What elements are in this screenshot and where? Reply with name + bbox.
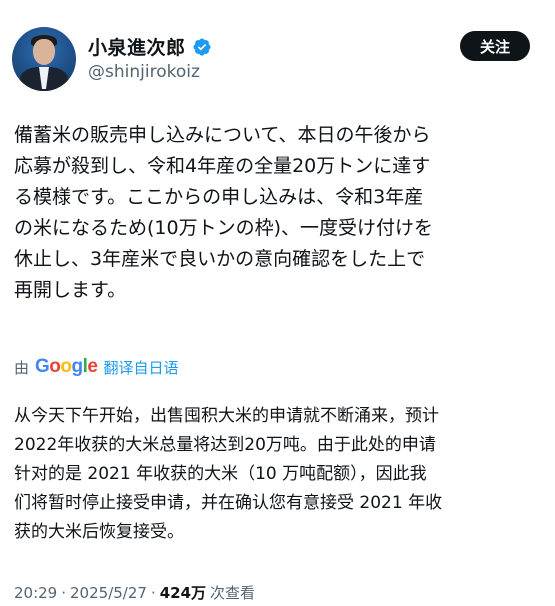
- views-count[interactable]: 424万: [160, 582, 206, 603]
- tweet-date[interactable]: 2025/5/27: [70, 584, 147, 602]
- google-logo: Google: [35, 356, 98, 378]
- author-handle[interactable]: @shinjirokoiz: [88, 62, 200, 82]
- tweet-header: 小泉進次郎 @shinjirokoiz 关注: [0, 0, 555, 110]
- tweet-time[interactable]: 20:29: [14, 584, 57, 602]
- author-display-name[interactable]: 小泉進次郎: [88, 33, 186, 60]
- google-logo-letter: g: [71, 356, 84, 377]
- avatar-face: [33, 39, 55, 65]
- meta-separator: ·: [150, 584, 156, 602]
- verified-badge-icon: [192, 37, 211, 56]
- google-logo-letter: e: [87, 356, 98, 377]
- translated-text: 从今天下午开始，出售囤积大米的申请就不断涌来，预计 2022年收获的大米总量将达…: [14, 406, 443, 542]
- tweet-text: 備蓄米の販売申し込みについて、本日の午後から 応募が殺到し、令和4年産の全量20…: [14, 124, 434, 301]
- translated-by-label: 由: [14, 358, 30, 377]
- meta-separator: ·: [61, 584, 67, 602]
- translation-attribution: 由 Google 翻译自日语: [14, 356, 179, 378]
- follow-button[interactable]: 关注: [460, 31, 530, 61]
- google-logo-letter: o: [60, 356, 72, 377]
- author-name-row: 小泉進次郎: [88, 33, 212, 60]
- translated-from-link[interactable]: 翻译自日语: [103, 357, 178, 378]
- google-logo-letter: o: [49, 356, 61, 377]
- avatar[interactable]: [12, 27, 76, 91]
- google-logo-letter: G: [35, 356, 50, 377]
- tweet-meta: 20:29 · 2025/5/27 · 424万 次查看: [14, 582, 255, 603]
- views-label: 次查看: [210, 584, 256, 602]
